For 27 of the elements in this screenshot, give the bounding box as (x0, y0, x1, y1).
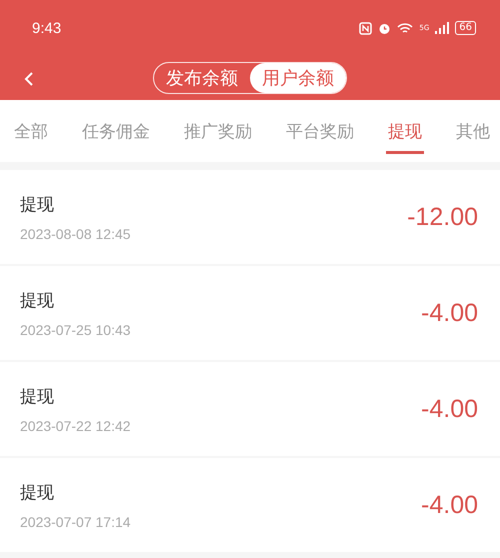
signal-icon (435, 22, 450, 34)
record-title: 提现 (20, 290, 55, 312)
record-amount: -4.00 (421, 394, 478, 424)
category-tab[interactable]: 其他 (454, 108, 492, 154)
record-time: 2023-07-25 10:43 (20, 322, 131, 338)
category-tab[interactable]: 任务佣金 (80, 108, 152, 154)
record-amount: -12.00 (407, 202, 478, 232)
record-amount: -4.00 (421, 298, 478, 328)
record-time: 2023-08-08 12:45 (20, 226, 131, 242)
record-amount: -4.00 (421, 490, 478, 520)
category-tab[interactable]: 全部 (12, 108, 50, 154)
segment-tab[interactable]: 发布余额 (154, 63, 250, 93)
segment-tab[interactable]: 用户余额 (250, 63, 346, 93)
category-tab[interactable]: 提现 (386, 108, 424, 154)
wifi-icon (397, 22, 414, 34)
category-tab[interactable]: 平台奖励 (284, 108, 356, 154)
record-title: 提现 (20, 482, 55, 504)
back-icon[interactable] (24, 71, 34, 87)
nfc-icon (359, 22, 372, 34)
battery-level: 66 (455, 21, 476, 35)
record-title: 提现 (20, 194, 55, 216)
alarm-icon (378, 22, 392, 34)
record-time: 2023-07-22 12:42 (20, 418, 131, 434)
record-time: 2023-07-07 17:14 (20, 514, 131, 530)
record-title: 提现 (20, 386, 55, 408)
category-tab[interactable]: 推广奖励 (182, 108, 254, 154)
status-time: 9:43 (32, 20, 62, 36)
